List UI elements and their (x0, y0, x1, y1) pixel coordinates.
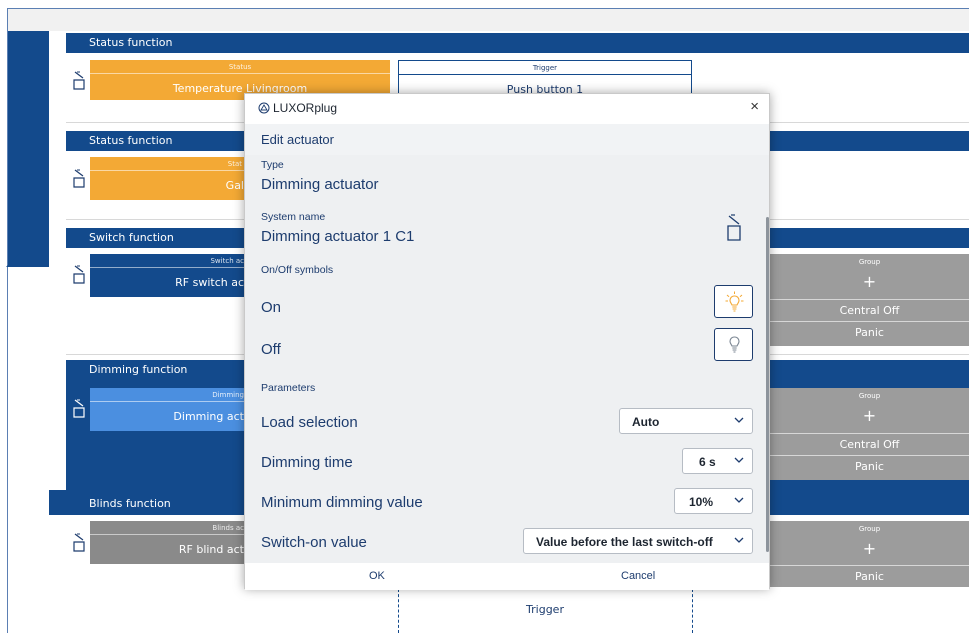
system-name-value: Dimming actuator 1 C1 (261, 228, 415, 245)
actuator-icon (72, 70, 86, 90)
card-category: Stat (227, 160, 242, 168)
actuator-icon (72, 168, 86, 188)
card-name: RF blind act (178, 543, 244, 556)
off-label: Off (261, 341, 281, 358)
card-divider (90, 267, 250, 268)
dialog-titlebar: LUXORplug × (245, 94, 769, 124)
trigger-category: Trigger (532, 64, 558, 72)
top-toolbar-strip (8, 9, 969, 31)
dialog-header: Edit actuator (245, 124, 769, 155)
card-category: Dimming (212, 391, 244, 399)
card-divider (90, 534, 250, 535)
chevron-down-icon (734, 457, 744, 463)
luxorplug-logo-icon (258, 102, 270, 114)
left-nav-panel[interactable] (8, 31, 49, 267)
card-name: RF switch ac (175, 276, 244, 289)
dimming-time-label: Dimming time (261, 454, 353, 471)
edit-actuator-dialog: LUXORplug × Edit actuator Type Dimming a… (244, 93, 770, 590)
trigger-label: Trigger (526, 603, 564, 616)
off-symbol-button[interactable] (714, 328, 753, 361)
bulb-on-icon (725, 291, 744, 312)
group-panel-blinds: Group + Panic (770, 521, 969, 587)
card-divider (90, 73, 390, 74)
dimming-time-value: 6 s (699, 455, 716, 469)
load-selection-value: Auto (632, 415, 660, 429)
actuator-icon (72, 398, 86, 418)
group-panel-switch: Group + Central Off Panic (770, 254, 969, 346)
group-heading: Group (858, 525, 881, 533)
cancel-button[interactable]: Cancel (621, 570, 655, 582)
type-label: Type (261, 159, 284, 171)
card-category: Blinds ac (212, 524, 244, 532)
dimming-card[interactable]: Dimming Dimming act (90, 388, 250, 431)
on-label: On (261, 299, 282, 316)
dialog-body: Type Dimming actuator System name Dimmin… (245, 155, 769, 563)
trigger-card[interactable]: Trigger Push button 1 (398, 60, 692, 96)
ok-button[interactable]: OK (369, 570, 385, 582)
switch-card[interactable]: Switch ac RF switch ac (90, 254, 250, 297)
close-icon[interactable]: × (750, 98, 759, 115)
load-selection-select[interactable]: Auto (619, 408, 753, 434)
minimum-dimming-label: Minimum dimming value (261, 494, 423, 511)
parameters-label: Parameters (261, 382, 316, 394)
add-group-button[interactable]: + (770, 408, 969, 424)
type-value: Dimming actuator (261, 176, 379, 193)
group-panel-dimming: Group + Central Off Panic (770, 388, 969, 480)
minimum-dimming-value: 10% (689, 495, 714, 509)
group-item-panic[interactable]: Panic (770, 321, 969, 343)
chevron-down-icon (734, 537, 744, 543)
group-heading: Group (858, 258, 881, 266)
chevron-down-icon (734, 497, 744, 503)
card-divider (90, 401, 250, 402)
section-header-status: Status function (66, 33, 969, 53)
system-name-label: System name (261, 211, 326, 223)
status-card[interactable]: Stat Gal (90, 157, 250, 200)
group-heading: Group (858, 392, 881, 400)
add-group-button[interactable]: + (770, 541, 969, 557)
card-divider (90, 170, 250, 171)
card-name: Dimming act (173, 410, 244, 423)
group-item-central-off[interactable]: Central Off (770, 433, 969, 455)
switch-on-value-label: Switch-on value (261, 534, 367, 551)
on-symbol-button[interactable] (714, 285, 753, 318)
minimum-dimming-select[interactable]: 10% (674, 488, 753, 514)
chevron-down-icon (734, 417, 744, 423)
blinds-card[interactable]: Blinds ac RF blind act (90, 521, 250, 564)
card-category: Status (228, 63, 252, 71)
dialog-scrollbar[interactable] (766, 217, 769, 552)
actuator-icon (72, 264, 86, 284)
actuator-icon (72, 532, 86, 552)
dialog-footer: OK Cancel (245, 563, 769, 590)
card-category: Switch ac (210, 257, 244, 265)
dimming-time-select[interactable]: 6 s (682, 448, 753, 474)
load-selection-label: Load selection (261, 414, 358, 431)
symbols-label: On/Off symbols (261, 264, 334, 276)
trigger-divider (399, 74, 691, 75)
dialog-heading: Edit actuator (261, 132, 334, 147)
bulb-off-icon (729, 336, 740, 353)
switch-on-value: Value before the last switch-off (536, 535, 713, 549)
group-item-panic[interactable]: Panic (770, 565, 969, 587)
switch-on-value-select[interactable]: Value before the last switch-off (523, 528, 753, 554)
card-name: Gal (225, 179, 244, 192)
group-item-central-off[interactable]: Central Off (770, 299, 969, 321)
group-item-panic[interactable]: Panic (770, 455, 969, 477)
actuator-icon (727, 214, 741, 241)
dialog-app-title: LUXORplug (273, 101, 338, 115)
add-group-button[interactable]: + (770, 274, 969, 290)
connector-line (692, 589, 693, 633)
